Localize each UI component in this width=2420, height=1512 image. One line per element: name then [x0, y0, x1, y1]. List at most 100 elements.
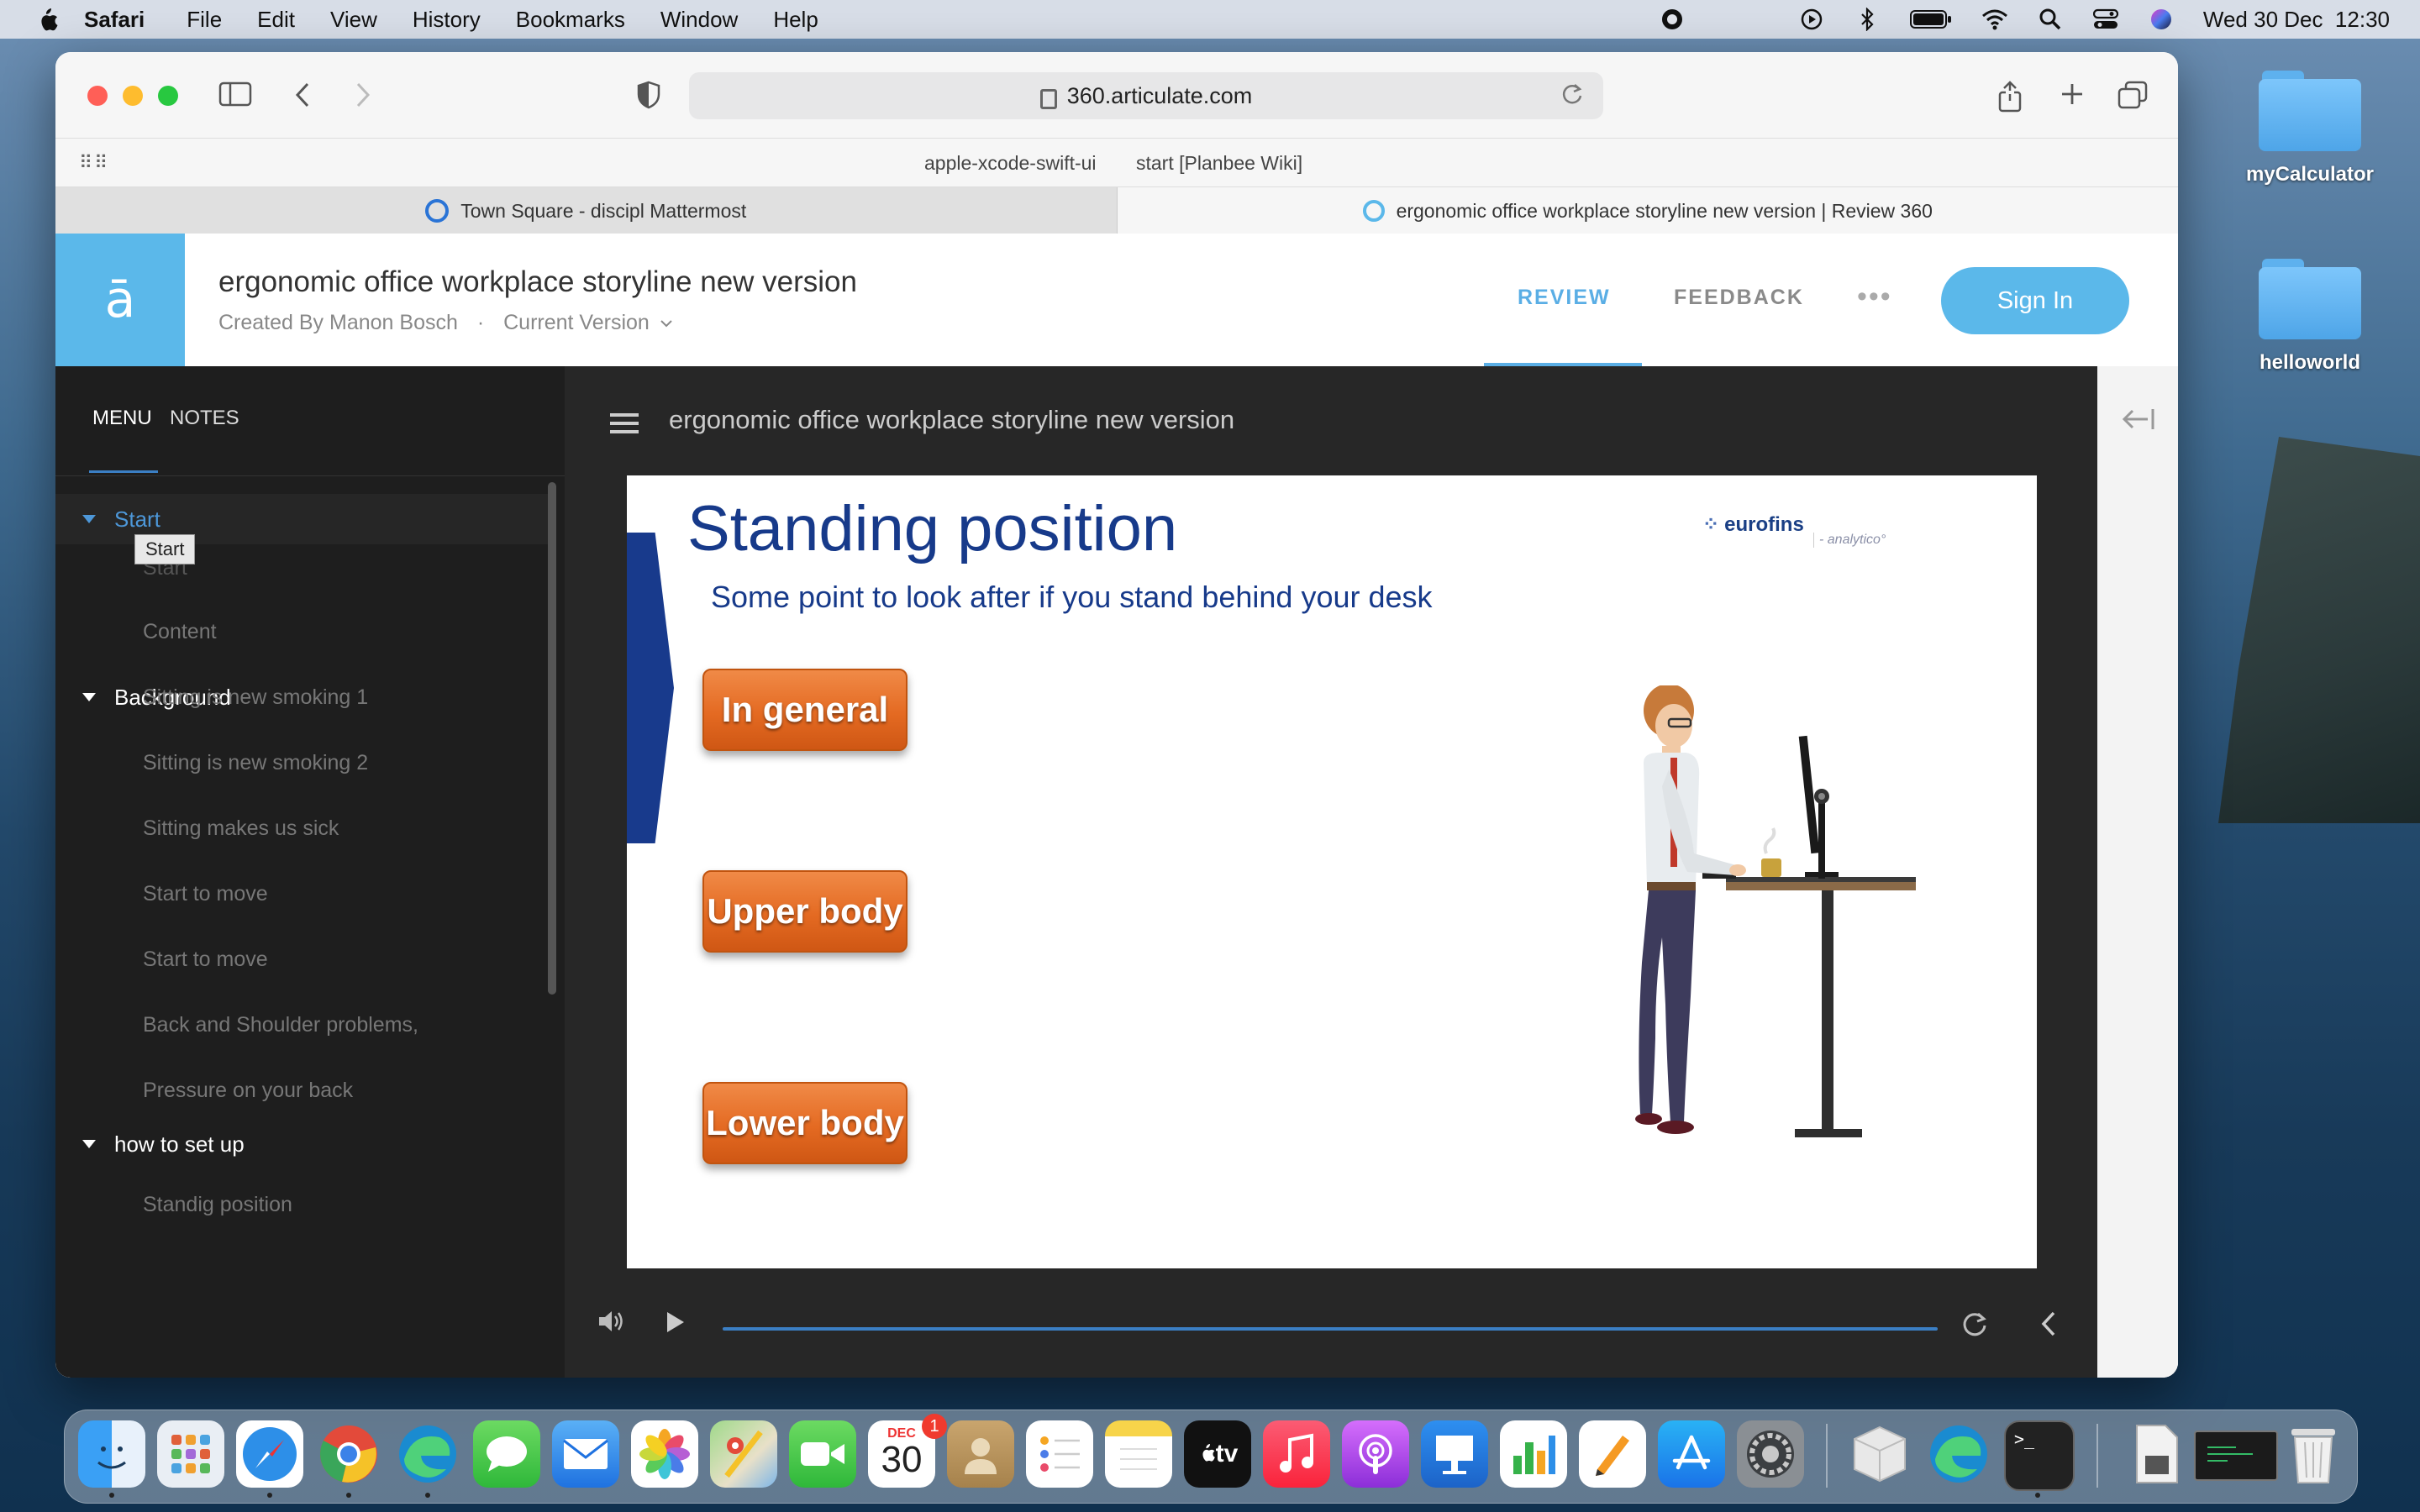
messages-icon[interactable]: [473, 1420, 540, 1488]
menu-item[interactable]: Back and Shoulder problems,: [143, 1013, 418, 1037]
menubar-window[interactable]: Window: [660, 7, 738, 33]
status-app-icon[interactable]: [1659, 6, 1686, 33]
pages-icon[interactable]: [1579, 1420, 1646, 1488]
maps-icon[interactable]: [710, 1420, 777, 1488]
articulate-logo[interactable]: ā: [55, 234, 185, 366]
numbers-icon[interactable]: [1500, 1420, 1567, 1488]
hamburger-menu-icon[interactable]: [610, 413, 639, 433]
notes-icon[interactable]: [1105, 1420, 1172, 1488]
finder-icon[interactable]: [78, 1420, 145, 1488]
edge-beta-icon[interactable]: [1925, 1420, 1992, 1488]
tab-review[interactable]: REVIEW: [1518, 286, 1611, 310]
apple-menu-icon[interactable]: [35, 7, 59, 32]
replay-icon[interactable]: [1961, 1310, 1988, 1344]
back-button[interactable]: [286, 81, 319, 114]
address-bar[interactable]: 360.articulate.com: [689, 72, 1603, 119]
more-options-icon[interactable]: •••: [1857, 281, 1892, 313]
reminders-icon[interactable]: [1026, 1420, 1093, 1488]
wifi-icon[interactable]: [1981, 6, 2008, 33]
dock-separator: [1826, 1424, 1828, 1488]
downloads-stack-icon[interactable]: [2123, 1420, 2191, 1488]
menubar-help[interactable]: Help: [773, 7, 818, 33]
play-button[interactable]: [664, 1310, 686, 1341]
new-tab-plus-icon[interactable]: [2055, 81, 2089, 114]
spotlight-search-icon[interactable]: [2037, 6, 2064, 33]
lower-body-button[interactable]: Lower body: [702, 1082, 908, 1164]
menubar-clock[interactable]: Wed 30 Dec 12:30: [2203, 7, 2390, 33]
close-window-button[interactable]: [87, 86, 108, 106]
tab-menu[interactable]: MENU: [92, 407, 152, 430]
desktop-folder-mycalculator[interactable]: myCalculator: [2238, 71, 2381, 186]
forward-button[interactable]: [346, 81, 380, 114]
version-dropdown[interactable]: Current Version: [503, 311, 674, 334]
photos-icon[interactable]: [631, 1420, 698, 1488]
music-icon[interactable]: [1263, 1420, 1330, 1488]
keynote-icon[interactable]: [1421, 1420, 1488, 1488]
url-text: 360.articulate.com: [1066, 82, 1253, 108]
menu-section-how-to-set-up[interactable]: how to set up: [55, 1119, 551, 1169]
menubar-history[interactable]: History: [413, 7, 481, 33]
eurofins-dots-icon: ⁘: [1702, 513, 1720, 536]
review-header: ā ergonomic office workplace storyline n…: [55, 234, 2178, 367]
podcasts-icon[interactable]: [1342, 1420, 1409, 1488]
system-preferences-icon[interactable]: [1737, 1420, 1804, 1488]
tab-title: ergonomic office workplace storyline new…: [1396, 199, 1933, 222]
privacy-shield-icon[interactable]: [632, 81, 666, 114]
menubar-bookmarks[interactable]: Bookmarks: [516, 7, 625, 33]
chrome-icon[interactable]: [315, 1420, 382, 1488]
menubar-view[interactable]: View: [330, 7, 377, 33]
menu-item[interactable]: Sitting makes us sick: [143, 816, 339, 841]
favorite-link[interactable]: start [Planbee Wiki]: [1136, 152, 1302, 175]
expand-panel-icon[interactable]: [2121, 407, 2156, 439]
tab-feedback[interactable]: FEEDBACK: [1674, 286, 1804, 310]
virtualbox-cube-icon[interactable]: [1846, 1420, 1913, 1488]
zoom-window-button[interactable]: [158, 86, 178, 106]
sidebar-scrollbar[interactable]: [548, 482, 556, 995]
menu-item[interactable]: Content: [143, 620, 217, 644]
favorites-grid-icon[interactable]: ⠿⠿: [79, 154, 108, 172]
contacts-icon[interactable]: [947, 1420, 1014, 1488]
battery-icon[interactable]: [1909, 6, 1953, 33]
terminal-icon[interactable]: >_: [2004, 1420, 2075, 1491]
menu-section-label: how to set up: [114, 1131, 245, 1157]
tab-notes[interactable]: NOTES: [170, 407, 239, 430]
launchpad-icon[interactable]: [157, 1420, 224, 1488]
minimize-window-button[interactable]: [123, 86, 143, 106]
favorite-link[interactable]: apple-xcode-swift-ui: [924, 152, 1097, 175]
facetime-icon[interactable]: [789, 1420, 856, 1488]
menu-item[interactable]: Sitting is new smoking 2: [143, 751, 368, 775]
sign-in-button[interactable]: Sign In: [1941, 267, 2129, 334]
control-center-icon[interactable]: [2092, 6, 2119, 33]
menu-item[interactable]: Pressure on your back: [143, 1079, 353, 1103]
previous-slide-icon[interactable]: [2039, 1310, 2057, 1344]
safari-icon[interactable]: [236, 1420, 303, 1488]
menubar-edit[interactable]: Edit: [257, 7, 295, 33]
seek-bar[interactable]: [723, 1327, 1938, 1331]
mail-icon[interactable]: [552, 1420, 619, 1488]
apple-tv-icon[interactable]: tv: [1184, 1420, 1251, 1488]
menubar-file[interactable]: File: [187, 7, 222, 33]
menu-item[interactable]: Start to move: [143, 948, 268, 972]
volume-icon[interactable]: [597, 1309, 625, 1341]
sidebar-toggle-icon[interactable]: [218, 81, 252, 114]
bluetooth-icon[interactable]: [1854, 6, 1881, 33]
menubar-app-name[interactable]: Safari: [84, 7, 145, 33]
share-icon[interactable]: [1993, 81, 2027, 114]
siri-icon[interactable]: [2148, 6, 2175, 33]
edge-icon[interactable]: [394, 1420, 461, 1488]
desktop-folder-helloworld[interactable]: helloworld: [2238, 259, 2381, 375]
now-playing-icon[interactable]: [1798, 6, 1825, 33]
minimized-window-thumbnail[interactable]: [2194, 1431, 2278, 1481]
menu-section-start[interactable]: Start: [55, 494, 551, 544]
app-store-icon[interactable]: [1658, 1420, 1725, 1488]
tab-review-360[interactable]: ergonomic office workplace storyline new…: [1117, 187, 2178, 234]
menu-item[interactable]: Sitting is new smoking 1: [143, 685, 368, 710]
trash-icon[interactable]: [2280, 1420, 2347, 1488]
tab-mattermost[interactable]: Town Square - discipl Mattermost: [55, 187, 1118, 234]
in-general-button[interactable]: In general: [702, 669, 908, 751]
menu-item[interactable]: Standig position: [143, 1193, 292, 1217]
menu-item[interactable]: Start to move: [143, 882, 268, 906]
tab-overview-icon[interactable]: [2116, 81, 2149, 114]
reload-icon[interactable]: [1561, 82, 1583, 113]
upper-body-button[interactable]: Upper body: [702, 870, 908, 953]
